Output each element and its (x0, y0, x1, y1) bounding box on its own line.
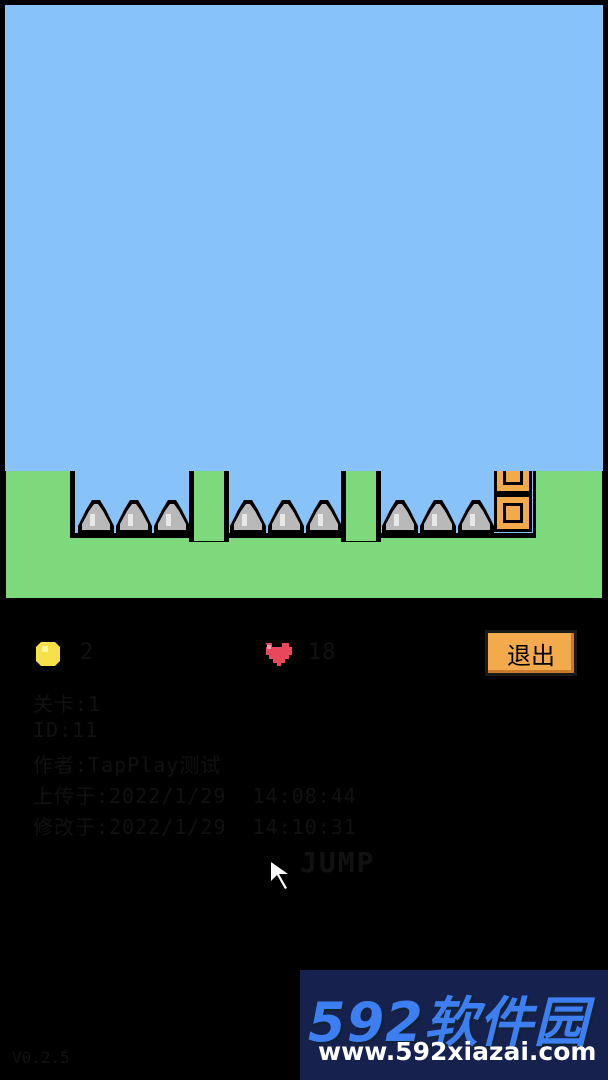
level-id: ID:11 (33, 718, 99, 742)
spike-row (78, 500, 494, 534)
info-panel-inner (5, 5, 603, 471)
lives-count: 18 (308, 640, 337, 665)
modify-time: 修改于:2022/1/29 14:10:31 (33, 815, 357, 839)
jump-button[interactable]: JUMP (300, 846, 375, 879)
level-author: 作者:TapPlay测试 (33, 753, 222, 777)
heart-icon (262, 640, 296, 668)
coin-count: 2 (80, 640, 95, 665)
cursor-arrow-icon (268, 856, 294, 894)
wall-block (494, 494, 532, 532)
upload-time: 上传于:2022/1/29 14:08:44 (33, 784, 357, 808)
level-number: 关卡:1 (33, 692, 102, 716)
coin-icon (32, 638, 64, 670)
exit-button[interactable]: 退出 (485, 630, 577, 676)
version-label: V0.2.5 (12, 1048, 70, 1067)
watermark-url: www.592xiazai.com (318, 1037, 597, 1066)
